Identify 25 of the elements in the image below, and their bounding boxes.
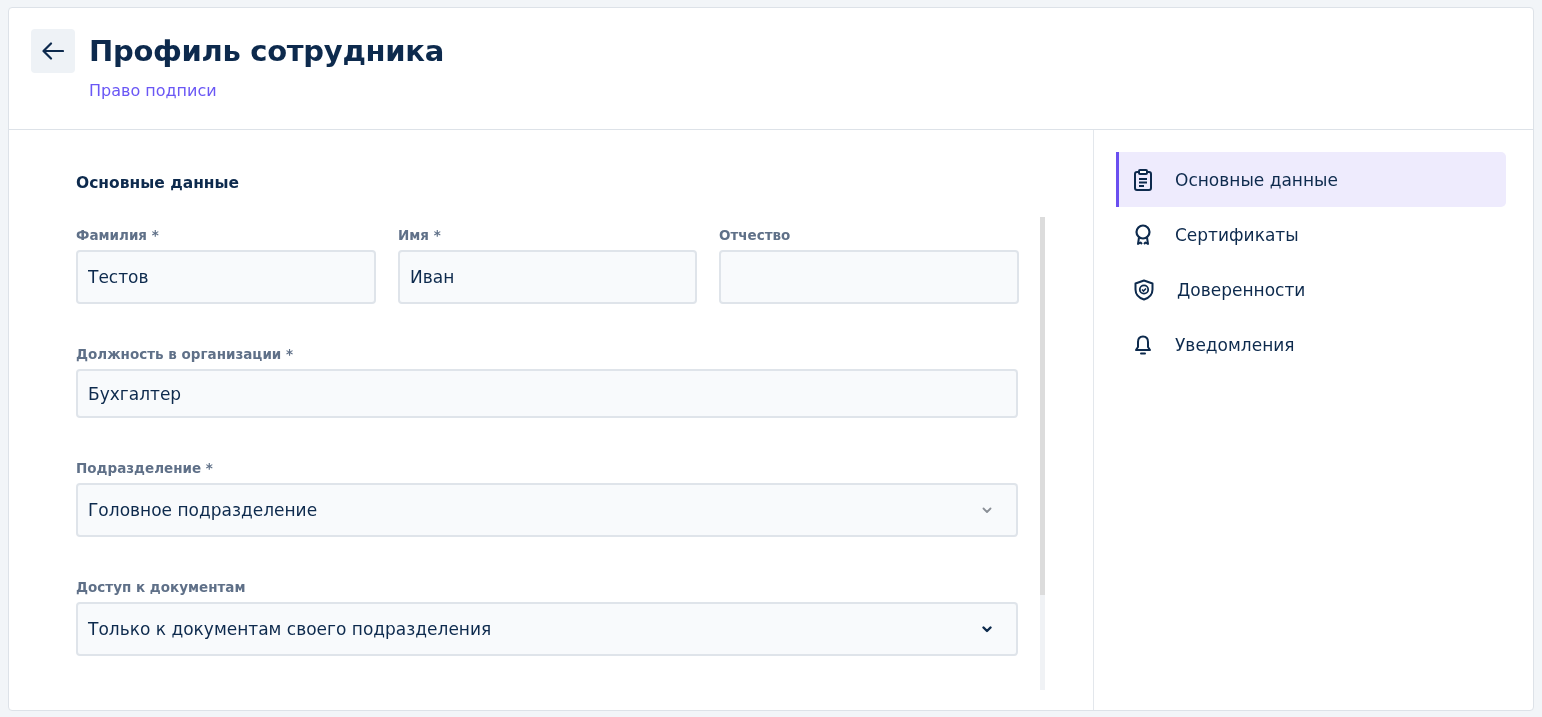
dropdown-field[interactable]: Только к документам своего подразделения	[76, 602, 1018, 656]
input-field[interactable]: Тестов	[76, 250, 376, 304]
sidebar-item[interactable]: Доверенности	[1116, 262, 1506, 317]
input-field[interactable]: Иван	[398, 250, 697, 304]
sidebar-item[interactable]: Сертификаты	[1116, 207, 1506, 262]
award-icon	[1133, 223, 1153, 246]
field-label: Доступ к документам	[76, 579, 247, 595]
signature-right-link[interactable]: Право подписи	[89, 81, 217, 100]
field-label: Фамилия *	[76, 227, 160, 243]
page-title: Профиль сотрудника	[89, 34, 444, 68]
section-title: Основные данные	[76, 174, 241, 192]
shield-icon	[1133, 278, 1155, 301]
field-label: Отчество	[719, 227, 792, 243]
sidebar-item[interactable]: Уведомления	[1116, 317, 1506, 372]
sidebar-item[interactable]: Основные данные	[1116, 152, 1506, 207]
scrollbar[interactable]	[1040, 217, 1045, 690]
field-label: Должность в организации *	[76, 346, 295, 362]
arrow-left-icon	[42, 42, 64, 60]
bell-icon	[1133, 333, 1153, 356]
clipboard-icon	[1133, 168, 1153, 191]
input-field[interactable]	[719, 250, 1019, 304]
field-label: Имя *	[398, 227, 442, 243]
field-label: Подразделение *	[76, 460, 214, 476]
back-button[interactable]	[31, 29, 75, 73]
input-field[interactable]: Бухгалтер	[76, 369, 1018, 418]
